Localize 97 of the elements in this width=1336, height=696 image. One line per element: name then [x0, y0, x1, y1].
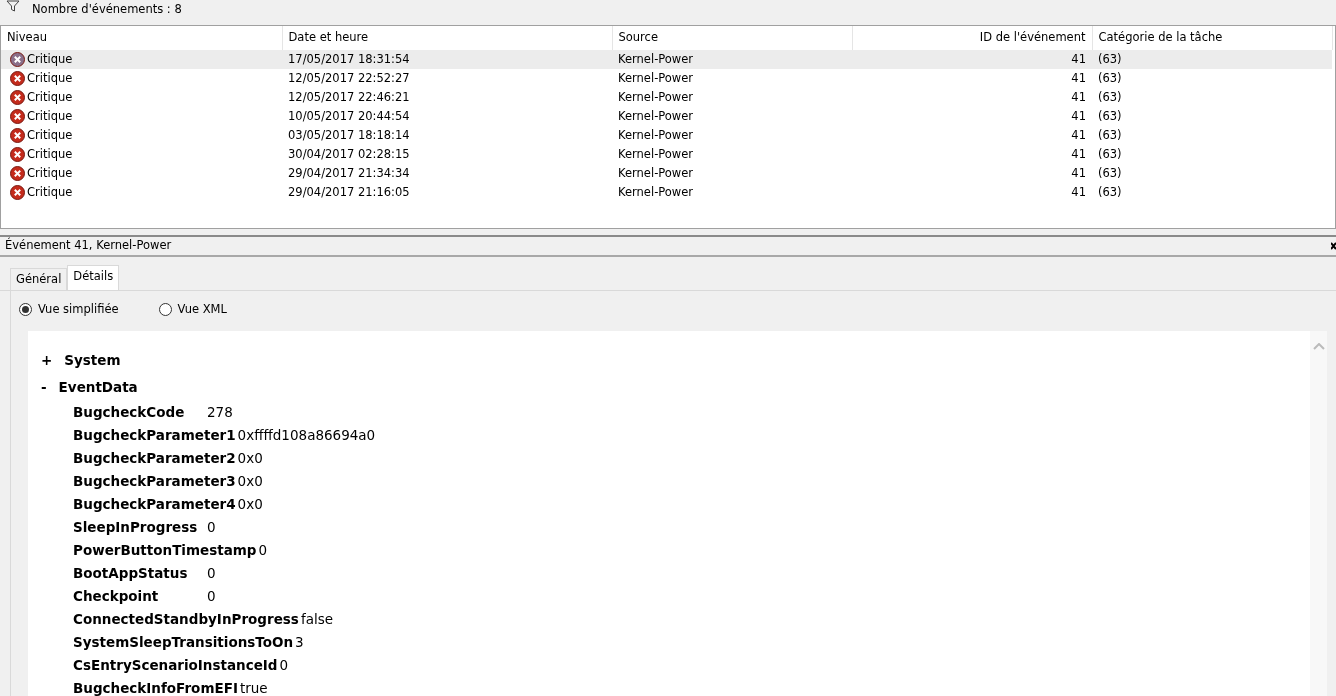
source-cell-text: Kernel-Power	[617, 164, 695, 182]
radio-label[interactable]: Vue simplifiée	[38, 301, 119, 319]
level-text: Critique	[27, 50, 73, 68]
event-id-cell-text: 41	[1070, 126, 1087, 144]
error-icon	[10, 147, 25, 162]
date-cell-text: 12/05/2017 22:46:21	[287, 88, 411, 106]
level-text: Critique	[27, 164, 73, 182]
field-name: Checkpoint	[73, 586, 160, 606]
source-cell-text: Kernel-Power	[617, 145, 695, 163]
level-text: Critique	[27, 69, 73, 87]
event-row[interactable]: Critique 03/05/2017 18:18:14 Kernel-Power 41 (63)	[1, 126, 1332, 145]
field-name: BugcheckParameter1	[73, 425, 236, 445]
field-name: BugcheckParameter4	[73, 494, 236, 514]
field-value: 0	[258, 540, 268, 560]
source-cell-text: Kernel-Power	[617, 183, 695, 201]
level-text: Critique	[27, 183, 73, 201]
close-icon[interactable]	[1331, 242, 1336, 250]
field-value: 0x0	[237, 448, 263, 468]
field-name: BugcheckParameter2	[73, 448, 236, 468]
field-value: true	[239, 678, 268, 696]
field-name: BugcheckInfoFromEFI	[73, 678, 238, 696]
error-icon	[10, 128, 25, 143]
field-value: 0	[207, 586, 216, 606]
event-row[interactable]: Critique 12/05/2017 22:46:21 Kernel-Power 41 (63)	[1, 88, 1332, 107]
field-value: false	[300, 609, 333, 629]
error-icon	[10, 109, 25, 124]
field-name: BootAppStatus	[73, 563, 189, 583]
date-cell-text: 03/05/2017 18:18:14	[287, 126, 411, 144]
radio-button[interactable]	[19, 303, 32, 317]
radio-button[interactable]	[158, 303, 172, 317]
category-cell-text: (63)	[1097, 126, 1123, 144]
date-cell: 17/05/2017 18:31:54	[282, 50, 612, 69]
field-value: 0x0	[237, 471, 263, 491]
error-icon	[10, 166, 25, 181]
category-cell-text: (63)	[1097, 88, 1123, 106]
event-id-cell-text: 41	[1070, 164, 1087, 182]
field-name: SleepInProgress	[73, 517, 199, 537]
date-cell-text: 29/04/2017 21:16:05	[287, 183, 411, 201]
field-value: 3	[295, 632, 304, 652]
tree-node-label[interactable]: System	[64, 349, 121, 371]
event-row[interactable]: Critique 10/05/2017 20:44:54 Kernel-Power 41 (63)	[1, 107, 1332, 126]
field-value: 0	[207, 563, 216, 583]
field-value: 0	[207, 517, 216, 537]
event-id-cell-text: 41	[1070, 107, 1087, 125]
level-text: Critique	[27, 107, 73, 125]
date-cell-text: 10/05/2017 20:44:54	[287, 107, 411, 125]
event-id-cell: 41	[852, 69, 1092, 88]
date-cell-text: 30/04/2017 02:28:15	[287, 145, 411, 163]
source-cell-text: Kernel-Power	[617, 107, 695, 125]
source-cell-text: Kernel-Power	[617, 126, 695, 144]
level-text: Critique	[27, 88, 73, 106]
event-id-cell-text: 41	[1070, 145, 1087, 163]
expand-toggle[interactable]: +	[41, 349, 53, 371]
field-value: 0xffffd108a86694a0	[237, 425, 376, 445]
field-name: ConnectedStandbyInProgress	[73, 609, 299, 629]
field-value: 278	[207, 402, 233, 422]
event-row[interactable]: Critique 30/04/2017 02:28:15 Kernel-Power 41 (63)	[1, 145, 1332, 164]
event-row[interactable]: Critique 17/05/2017 18:31:54 Kernel-Power 41 (63)	[1, 50, 1332, 69]
date-cell-text: 29/04/2017 21:34:34	[287, 164, 411, 182]
source-cell-text: Kernel-Power	[617, 88, 695, 106]
error-icon	[10, 185, 25, 200]
event-count: Nombre d'événements : 8	[32, 1, 182, 18]
source-cell: Kernel-Power	[612, 50, 852, 69]
field-name: BugcheckCode	[73, 402, 186, 422]
source-cell: Kernel-Power	[612, 69, 852, 88]
date-cell: 12/05/2017 22:52:27	[282, 69, 612, 88]
event-row[interactable]: Critique 29/04/2017 21:34:34 Kernel-Power 41 (63)	[1, 164, 1332, 183]
field-name: PowerButtonTimestamp	[73, 540, 257, 560]
field-value: 0x0	[237, 494, 263, 514]
field-name: SystemSleepTransitionsToOn	[73, 632, 294, 652]
tree-node-label[interactable]: EventData	[58, 376, 138, 398]
category-cell-text: (63)	[1097, 164, 1123, 182]
error-icon	[10, 52, 25, 67]
category-cell-text: (63)	[1097, 145, 1123, 163]
category-cell: (63)	[1092, 69, 1332, 88]
category-cell: (63)	[1092, 50, 1332, 69]
radio-label[interactable]: Vue XML	[177, 301, 227, 319]
scrollbar[interactable]	[1310, 330, 1327, 696]
category-cell-text: (63)	[1097, 107, 1123, 125]
level-text: Critique	[27, 126, 73, 144]
tab[interactable]: Général	[10, 268, 68, 291]
level-text: Critique	[27, 145, 73, 163]
field-name: BugcheckParameter3	[73, 471, 236, 491]
error-icon	[10, 71, 25, 86]
tab[interactable]: Détails	[67, 265, 120, 291]
event-title: Événement 41, Kernel-Power	[5, 237, 172, 255]
field-name: CsEntryScenarioInstanceId	[73, 655, 278, 675]
event-id-cell: 41	[852, 50, 1092, 69]
expand-toggle[interactable]: -	[41, 376, 47, 398]
filter-icon	[6, 0, 20, 12]
category-cell-text: (63)	[1097, 183, 1123, 201]
field-value: 0	[279, 655, 289, 675]
event-row[interactable]: Critique 29/04/2017 21:16:05 Kernel-Power 41 (63)	[1, 183, 1332, 202]
event-id-cell-text: 41	[1070, 183, 1087, 201]
event-id-cell-text: 41	[1070, 88, 1087, 106]
event-row[interactable]: Critique 12/05/2017 22:52:27 Kernel-Power 41 (63)	[1, 69, 1332, 88]
error-icon	[10, 90, 25, 105]
